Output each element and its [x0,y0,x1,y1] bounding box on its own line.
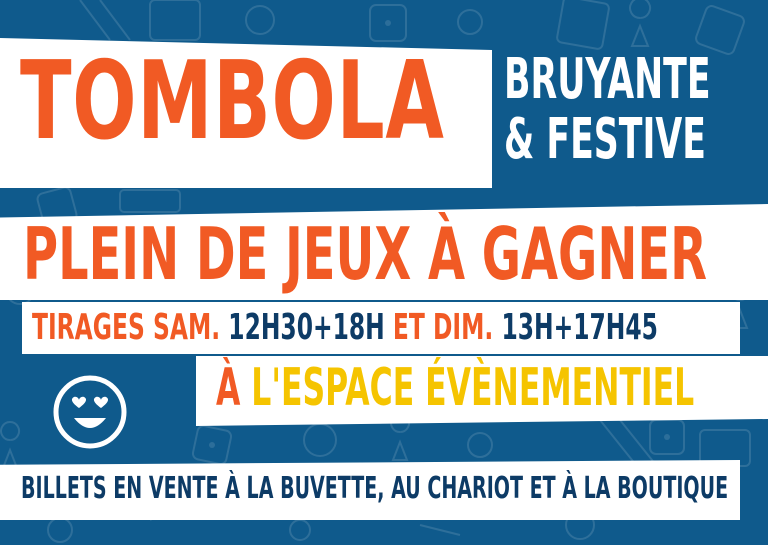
poster-title: TOMBOLA [20,39,445,164]
card-shape [119,189,181,213]
token-shape [303,423,337,457]
draw-day-1-label: TIRAGES SAM. [32,307,221,348]
tombola-poster: TOMBOLA BRUYANTE & FESTIVE PLEIN DE JEUX… [0,0,768,545]
heart-eye-left [71,396,87,408]
subtitle-line-2: & FESTIVE [504,107,707,172]
tickets-info: BILLETS EN VENTE À LA BUVETTE, AU CHARIO… [21,471,729,506]
stick-shape [79,0,131,41]
pawn-shape [0,421,21,469]
token-shape [245,5,275,35]
token-shape [457,9,483,35]
smiley-face-outline [53,375,127,449]
token-shape [289,519,311,541]
die-pip [385,20,391,26]
die-pip [209,442,215,448]
card-shape [149,0,201,41]
draw-day-1-times: 12H30+18H [228,307,385,348]
venue-prefix: À [216,358,241,418]
smile-mouth [74,418,106,428]
draw-day-2-label: ET DIM. [392,307,494,348]
draw-day-2-times: 13H+17H45 [501,307,658,348]
token-shape [467,432,493,458]
headline: PLEIN DE JEUX À GAGNER [23,212,708,296]
pawn-shape [629,0,652,47]
venue-line: À L'ESPACE ÉVÈNEMENTIEL [216,362,694,414]
die-pip [664,434,670,440]
heart-eye-right [93,396,109,408]
venue-name: L'ESPACE ÉVÈNEMENTIEL [251,358,695,418]
smiley-heart-eyes-icon [53,375,127,449]
token-shape [47,517,73,543]
card-shape [556,0,610,50]
draw-times: TIRAGES SAM. 12H30+18H ET DIM. 13H+17H45 [32,310,658,346]
subtitle-line-1: BRUYANTE [504,47,711,112]
